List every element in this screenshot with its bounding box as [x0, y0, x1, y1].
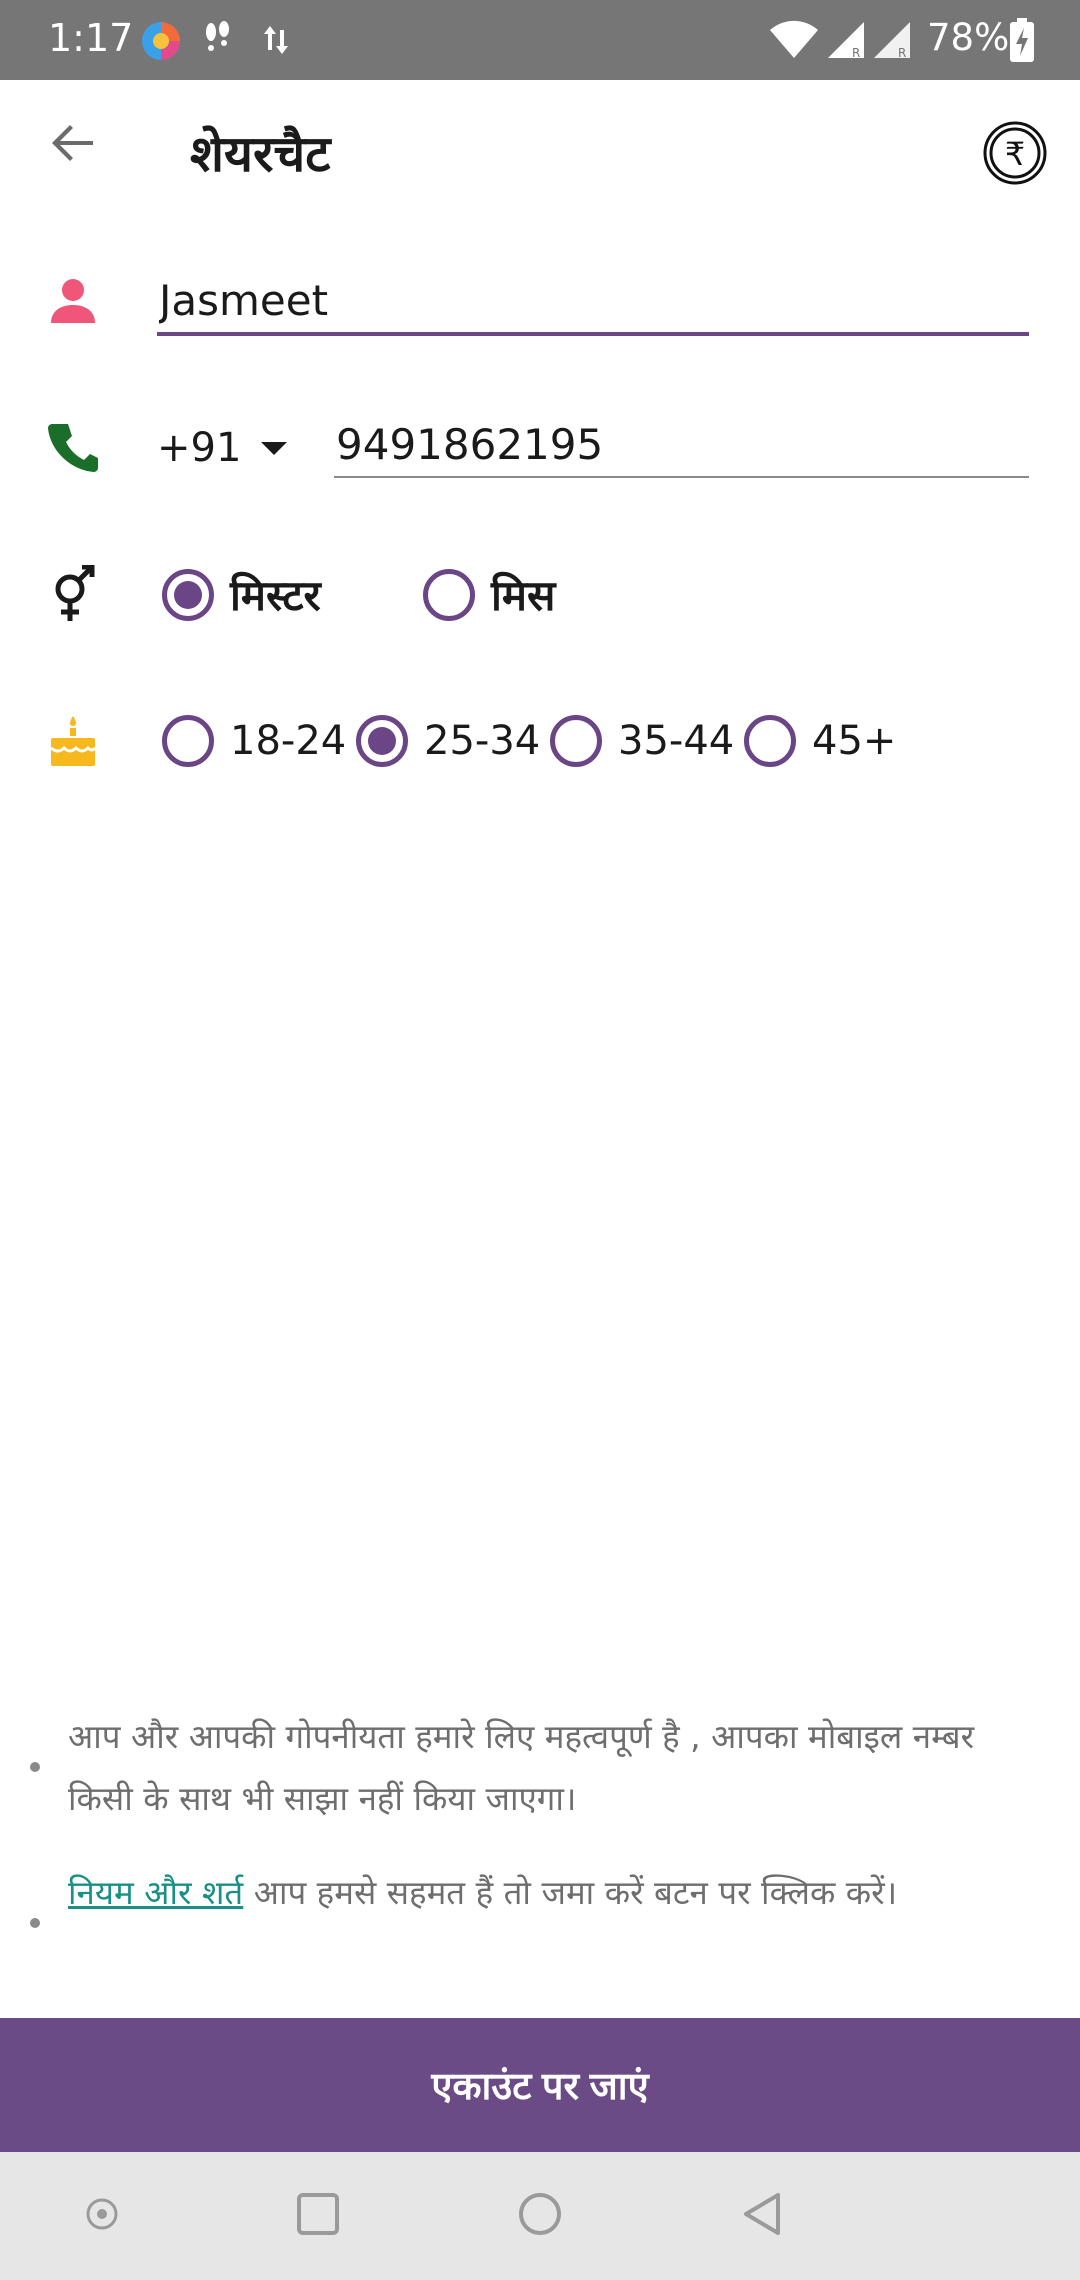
footsteps-icon: [202, 20, 232, 64]
age-option-25-34[interactable]: 25-34: [356, 715, 540, 767]
app-bar: [0, 80, 1080, 225]
signal-icon: R: [872, 20, 912, 64]
radio-button: [744, 715, 796, 767]
gender-icon: [44, 565, 102, 624]
nav-assistant-button[interactable]: [42, 2152, 162, 2280]
chevron-down-icon: [261, 441, 288, 455]
system-nav-bar: [0, 2152, 1080, 2280]
terms-note: नियम और शर्त आप हमसे सहमत हैं तो जमा करे…: [68, 1862, 1008, 1924]
phone-icon: [44, 418, 102, 476]
radio-button: [162, 715, 214, 767]
status-time: 1:17: [48, 16, 134, 60]
age-option-18-24[interactable]: 18-24: [162, 715, 346, 767]
phone-input[interactable]: [334, 412, 1029, 478]
radio-button: [162, 568, 214, 621]
circle-icon: [517, 2191, 563, 2241]
radio-button: [356, 715, 408, 767]
terms-link[interactable]: नियम और शर्त: [68, 1873, 243, 1912]
radio-button: [423, 568, 475, 621]
radio-label: 35-44: [618, 718, 735, 764]
person-icon: [44, 272, 102, 330]
status-bar: 1:17 R R 78%: [0, 0, 1080, 80]
page-title: शेयरचैट: [190, 125, 331, 183]
radio-label: 18-24: [230, 718, 347, 764]
country-code-label: +91: [157, 425, 242, 471]
age-option-35-44[interactable]: 35-44: [550, 715, 734, 767]
bullet-dot: [30, 1918, 40, 1928]
nav-home-button[interactable]: [480, 2152, 600, 2280]
go-to-account-button[interactable]: एकाउंट पर जाएं: [0, 2018, 1080, 2152]
radio-button: [550, 715, 602, 767]
svg-text:R: R: [898, 46, 906, 60]
data-transfer-icon: [262, 22, 290, 62]
battery-percent: 78%: [927, 16, 1010, 59]
radio-label: मिस: [491, 571, 556, 620]
radio-label: 25-34: [424, 718, 541, 764]
age-option-45-plus[interactable]: 45+: [744, 715, 896, 767]
bullet-dot: [30, 1762, 40, 1772]
svg-text:R: R: [852, 46, 860, 60]
gender-option-mister[interactable]: मिस्टर: [162, 566, 321, 623]
radio-label: 45+: [812, 718, 897, 764]
birthday-cake-icon: [44, 712, 102, 770]
wifi-icon: [768, 20, 820, 64]
rupee-coin-icon: ₹: [982, 121, 1048, 190]
record-dot-icon: [84, 2196, 120, 2236]
gender-option-miss[interactable]: मिस: [423, 566, 555, 623]
arrow-left-icon: [49, 119, 97, 171]
radio-label: मिस्टर: [230, 571, 321, 620]
country-code-select[interactable]: +91: [157, 418, 288, 478]
triangle-back-icon: [740, 2191, 784, 2241]
nav-back-button[interactable]: [702, 2152, 822, 2280]
square-icon: [296, 2192, 340, 2240]
terms-note-text: आप हमसे सहमत हैं तो जमा करें बटन पर क्लि…: [243, 1873, 898, 1912]
radio-selected-dot: [368, 727, 396, 755]
wallet-button[interactable]: ₹: [982, 120, 1048, 186]
radio-selected-dot: [174, 580, 202, 609]
back-button[interactable]: [40, 112, 106, 178]
nav-recents-button[interactable]: [258, 2152, 378, 2280]
svg-text:₹: ₹: [1005, 135, 1025, 173]
privacy-note: आप और आपकी गोपनीयता हमारे लिए महत्वपूर्ण…: [68, 1717, 975, 1818]
signal-icon: R: [826, 20, 866, 64]
battery-charging-icon: [1010, 18, 1034, 66]
browser-app-icon: [140, 20, 182, 66]
name-input[interactable]: [157, 268, 1029, 336]
